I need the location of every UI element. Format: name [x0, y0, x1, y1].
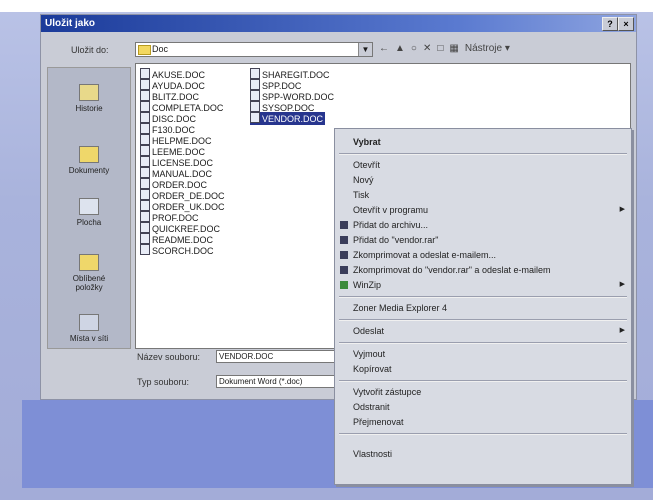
word-doc-icon — [140, 211, 150, 222]
winrar-icon — [340, 221, 348, 229]
winrar-icon — [340, 236, 348, 244]
delete-icon[interactable]: ✕ — [423, 43, 431, 57]
filetype-label: Typ souboru: — [137, 377, 190, 387]
menu-item-properties[interactable]: Vlastnosti — [335, 447, 631, 461]
context-menu: Vybrat Otevřít Nový Tisk Otevřít v progr… — [334, 128, 632, 485]
submenu-arrow-icon: ▶ — [619, 327, 625, 334]
word-doc-icon — [250, 90, 260, 101]
word-doc-icon — [140, 123, 150, 134]
menu-item-add-rar[interactable]: Přidat do "vendor.rar" — [335, 233, 631, 247]
favorites-folder-icon — [79, 254, 99, 271]
menu-item-select[interactable]: Vybrat — [335, 135, 631, 149]
desktop-icon — [79, 198, 99, 215]
help-button[interactable]: ? — [602, 17, 618, 31]
menu-separator — [339, 433, 627, 435]
network-icon — [79, 314, 99, 331]
back-icon[interactable]: ← — [379, 43, 389, 57]
submenu-arrow-icon: ▶ — [619, 281, 625, 288]
save-in-value: Doc — [152, 44, 169, 54]
word-doc-icon — [140, 167, 150, 178]
winzip-icon — [340, 281, 348, 289]
menu-separator — [339, 319, 627, 321]
word-doc-icon — [140, 101, 150, 112]
views-icon[interactable]: ▦ — [449, 43, 458, 57]
place-label: Historie — [75, 104, 103, 113]
menu-item-copy[interactable]: Kopírovat — [335, 362, 631, 376]
menu-item-compress-email[interactable]: Zkomprimovat a odeslat e-mailem... — [335, 248, 631, 262]
word-doc-icon — [140, 200, 150, 211]
search-icon[interactable]: ○ — [411, 43, 417, 57]
menu-item-cut[interactable]: Vyjmout — [335, 347, 631, 361]
chevron-down-icon[interactable]: ▼ — [358, 43, 372, 56]
word-doc-icon — [140, 156, 150, 167]
menu-separator — [339, 380, 627, 382]
winrar-icon — [340, 266, 348, 274]
dialog-titlebar[interactable]: Uložit jako — [41, 15, 636, 32]
dialog-toolbar: ← ▲ ○ ✕ □ ▦ Nástroje ▾ — [379, 43, 510, 57]
place-oblibene[interactable]: Oblíbené položky — [48, 254, 130, 292]
file-item[interactable]: SCORCH.DOC — [140, 244, 214, 257]
word-doc-icon — [140, 244, 150, 255]
tools-label: Nástroje — [464, 43, 503, 54]
place-label: Oblíbené položky — [72, 274, 106, 292]
filetype-select[interactable]: Dokument Word (*.doc) — [216, 375, 336, 388]
place-dokumenty[interactable]: Dokumenty — [48, 146, 130, 175]
menu-item-open-with[interactable]: Otevřít v programu ▶ — [335, 203, 631, 217]
menu-separator — [339, 342, 627, 344]
menu-item-winzip[interactable]: WinZip ▶ — [335, 278, 631, 292]
documents-folder-icon — [79, 146, 99, 163]
place-label: Místa v síti — [69, 334, 109, 343]
menu-item-rename[interactable]: Přejmenovat — [335, 415, 631, 429]
places-bar: Historie Dokumenty Plocha Oblíbené polož… — [47, 67, 131, 349]
word-doc-icon — [140, 134, 150, 145]
place-mista-v-siti[interactable]: Místa v síti — [48, 314, 130, 343]
place-label: Plocha — [76, 218, 102, 227]
place-label: Dokumenty — [68, 166, 110, 175]
word-doc-icon — [140, 189, 150, 200]
place-plocha[interactable]: Plocha — [48, 198, 130, 227]
word-doc-icon — [250, 79, 260, 90]
history-icon — [79, 84, 99, 101]
menu-item-delete[interactable]: Odstranit — [335, 400, 631, 414]
word-doc-icon — [140, 222, 150, 233]
folder-icon — [138, 45, 151, 55]
word-doc-icon — [140, 112, 150, 123]
menu-item-create-shortcut[interactable]: Vytvořit zástupce — [335, 385, 631, 399]
menu-item-compress-rar-email[interactable]: Zkomprimovat do "vendor.rar" a odeslat e… — [335, 263, 631, 277]
dialog-title: Uložit jako — [45, 18, 96, 29]
save-in-combo[interactable]: Doc ▼ — [135, 42, 373, 57]
menu-separator — [339, 153, 627, 155]
word-doc-icon — [140, 145, 150, 156]
tools-menu[interactable]: Nástroje ▾ — [465, 43, 510, 57]
word-doc-icon — [140, 90, 150, 101]
word-doc-icon — [140, 233, 150, 244]
filename-input[interactable]: VENDOR.DOC — [216, 350, 336, 363]
close-button[interactable]: × — [618, 17, 634, 31]
new-folder-icon[interactable]: □ — [437, 43, 443, 57]
word-doc-icon — [140, 79, 150, 90]
menu-item-add-archive[interactable]: Přidat do archivu... — [335, 218, 631, 232]
menu-item-new[interactable]: Nový — [335, 173, 631, 187]
winrar-icon — [340, 251, 348, 259]
word-doc-icon — [250, 68, 260, 79]
menu-separator — [339, 296, 627, 298]
word-doc-icon — [140, 178, 150, 189]
up-folder-icon[interactable]: ▲ — [395, 43, 405, 57]
submenu-arrow-icon: ▶ — [619, 206, 625, 213]
place-historie[interactable]: Historie — [48, 84, 130, 113]
file-item-selected[interactable]: VENDOR.DOC — [250, 112, 326, 125]
word-doc-icon — [140, 68, 150, 79]
menu-item-print[interactable]: Tisk — [335, 188, 631, 202]
menu-item-zoner[interactable]: Zoner Media Explorer 4 — [335, 301, 631, 315]
word-doc-icon — [250, 101, 260, 112]
filename-label: Název souboru: — [137, 352, 201, 362]
menu-item-send-to[interactable]: Odeslat ▶ — [335, 324, 631, 338]
word-doc-icon — [250, 112, 260, 123]
save-in-label: Uložit do: — [71, 45, 109, 55]
menu-item-open[interactable]: Otevřít — [335, 158, 631, 172]
